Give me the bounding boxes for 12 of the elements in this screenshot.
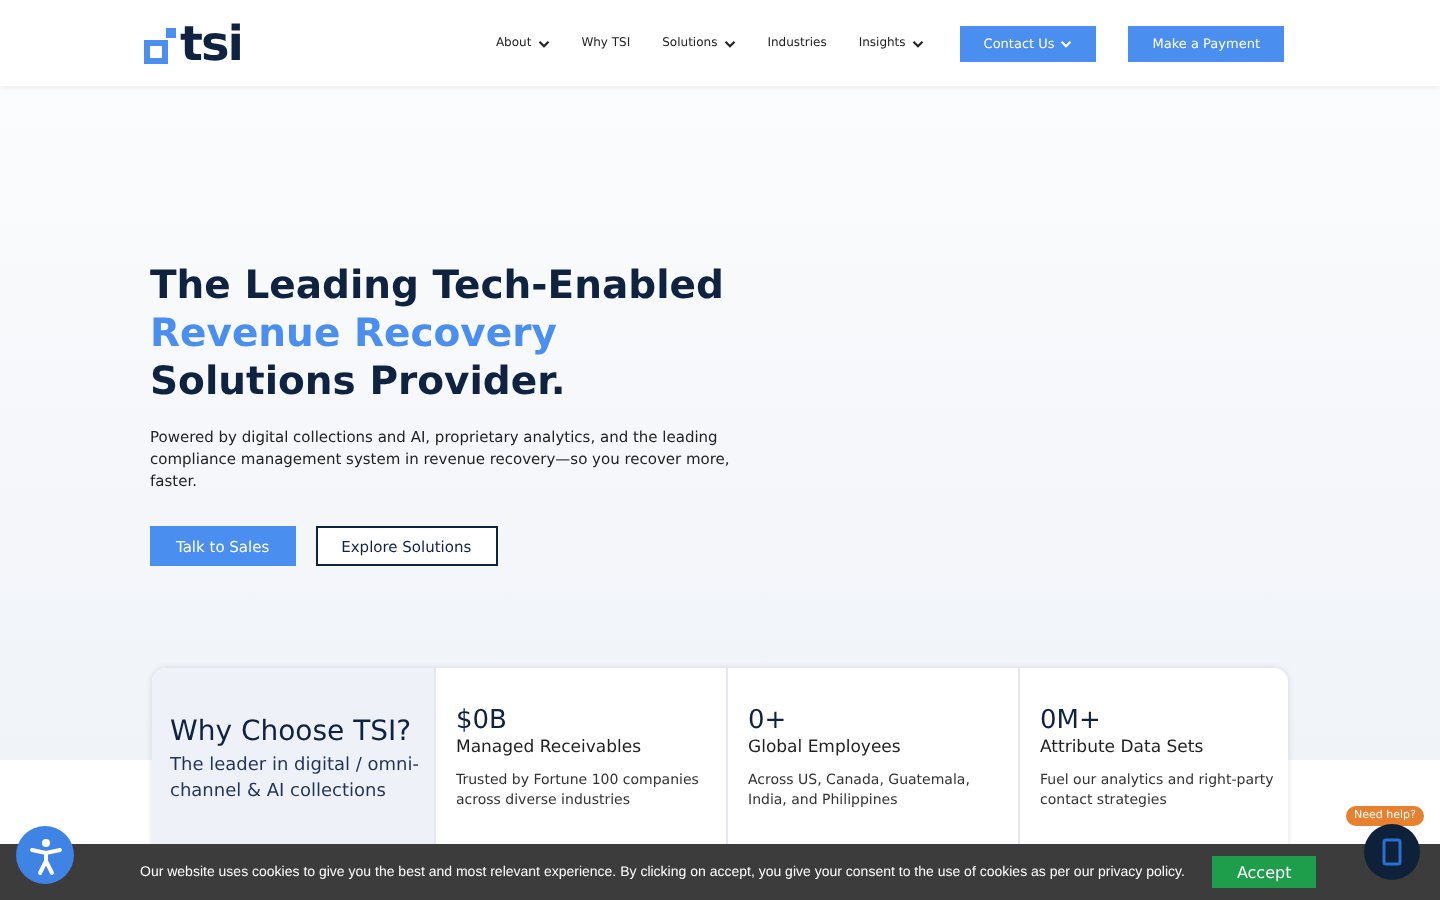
hero-title: Solutions Provider. bbox=[150, 358, 568, 406]
stat-value: 0+ bbox=[748, 706, 789, 736]
logo-text[interactable]: tsi bbox=[180, 23, 242, 63]
why-title: Why Choose TSI? bbox=[170, 716, 414, 748]
hero-title: Revenue Recovery bbox=[150, 310, 559, 358]
stat-label: Managed Receivables bbox=[456, 738, 644, 758]
why-subtitle: The leader in digital / omni-channel & AI collections bbox=[170, 754, 421, 806]
stat-label: Global Employees bbox=[748, 738, 903, 758]
hero-title: The Leading Tech-Enabled bbox=[150, 262, 726, 310]
stat-label: Attribute Data Sets bbox=[1040, 738, 1206, 758]
stat-value: 0M+ bbox=[1040, 706, 1103, 736]
stat-value: $0B bbox=[456, 706, 509, 736]
